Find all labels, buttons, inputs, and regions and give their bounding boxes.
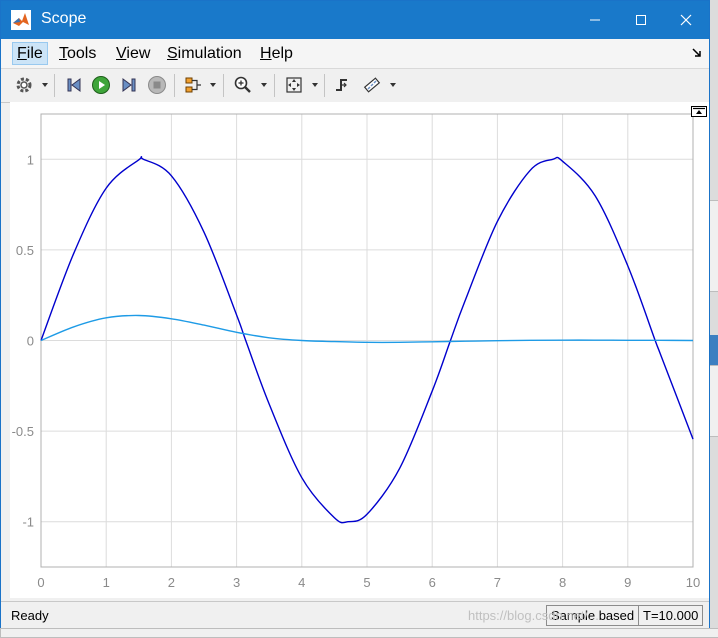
plot-area[interactable]: 0 1 2 3 4 5 6 7 8 9 10 1 0.5 0 -0.5 -1: [10, 102, 709, 598]
toolbar-separator: [324, 74, 325, 97]
menu-bar: File Tools View Simulation Help: [1, 39, 709, 68]
measure-dropdown-icon[interactable]: [390, 83, 396, 87]
window-title: Scope: [41, 10, 87, 27]
watermark: https://blog.csdn.net/...: [468, 608, 599, 623]
measure-icon[interactable]: [361, 74, 383, 96]
scope-chart: 0 1 2 3 4 5 6 7 8 9 10 1 0.5 0 -0.5 -1: [12, 113, 700, 590]
stop-icon[interactable]: [146, 74, 168, 96]
toolbar-separator: [54, 74, 55, 97]
x-tick-label: 2: [168, 575, 175, 590]
x-tick-label: 5: [363, 575, 370, 590]
zoom-icon[interactable]: [232, 74, 254, 96]
background-bottom-strip: [0, 628, 718, 638]
title-bar[interactable]: Scope: [1, 1, 709, 39]
y-tick-label: -1: [22, 515, 34, 530]
y-tick-label: -0.5: [12, 424, 34, 439]
x-tick-label: 0: [37, 575, 44, 590]
dock-arrow-icon[interactable]: [691, 46, 703, 64]
step-forward-icon[interactable]: [118, 74, 140, 96]
toolbar-separator: [174, 74, 175, 97]
status-text: Ready: [11, 608, 49, 623]
x-tick-label: 1: [103, 575, 110, 590]
menu-simulation[interactable]: Simulation: [163, 43, 246, 64]
run-icon[interactable]: [90, 74, 112, 96]
signal-select-icon[interactable]: [182, 74, 204, 96]
y-tick-label: 0.5: [16, 243, 34, 258]
trigger-icon[interactable]: [332, 74, 354, 96]
fit-view-icon[interactable]: [283, 74, 305, 96]
scope-window: Scope File Tools View Simulation Help 0 …: [0, 0, 710, 628]
menu-tools[interactable]: Tools: [55, 43, 100, 64]
toolbar-separator: [223, 74, 224, 97]
menu-help[interactable]: Help: [256, 43, 297, 64]
fit-dropdown-icon[interactable]: [312, 83, 318, 87]
matlab-logo-icon: [11, 10, 31, 30]
minimize-button[interactable]: [572, 1, 618, 39]
status-bar: Ready Sample based T=10.000: [1, 601, 709, 628]
x-tick-label: 3: [233, 575, 240, 590]
toolbar: [1, 68, 709, 103]
x-tick-label: 7: [494, 575, 501, 590]
step-back-icon[interactable]: [63, 74, 85, 96]
settings-dropdown-icon[interactable]: [42, 83, 48, 87]
maximize-button[interactable]: [618, 1, 664, 39]
y-tick-label: 1: [27, 152, 34, 167]
signal-dropdown-icon[interactable]: [210, 83, 216, 87]
x-tick-label: 8: [559, 575, 566, 590]
x-tick-label: 10: [686, 575, 700, 590]
toolbar-separator: [274, 74, 275, 97]
y-tick-label: 0: [27, 334, 34, 349]
gear-icon[interactable]: [13, 74, 35, 96]
zoom-dropdown-icon[interactable]: [261, 83, 267, 87]
x-tick-label: 4: [298, 575, 305, 590]
menu-file[interactable]: File: [12, 42, 48, 65]
x-tick-label: 9: [624, 575, 631, 590]
menu-view[interactable]: View: [112, 43, 154, 64]
undock-icon[interactable]: [691, 104, 707, 122]
close-button[interactable]: [663, 1, 709, 39]
x-tick-label: 6: [429, 575, 436, 590]
simulation-time-field: T=10.000: [638, 605, 704, 626]
